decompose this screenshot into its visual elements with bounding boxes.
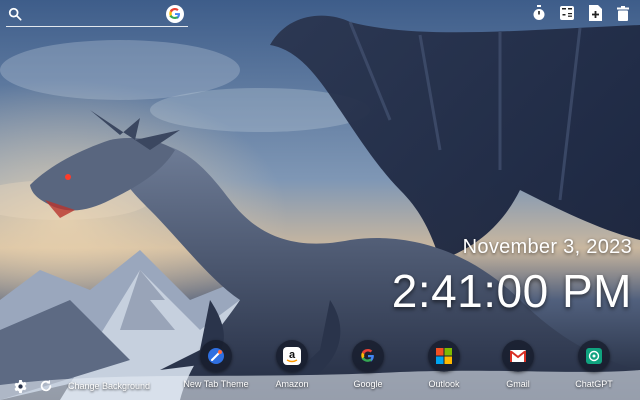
google-icon [352,340,384,372]
search-bar [6,4,188,27]
shortcut-gmail[interactable]: Gmail [478,340,558,389]
shortcut-label: Amazon [275,379,309,389]
time-display: 2:41:00 PM [391,265,632,317]
shortcut-label: Gmail [506,379,530,389]
search-icon[interactable] [8,7,22,21]
bottom-controls: Change Background [12,378,150,394]
shortcut-label: Outlook [428,379,460,389]
chatgpt-icon [578,340,610,372]
svg-text:a: a [289,349,296,361]
search-input[interactable] [28,6,170,26]
shortcut-new-tab-theme[interactable]: New Tab Theme [176,340,256,389]
amazon-icon: a [276,340,308,372]
add-note-icon[interactable] [586,4,604,22]
date-display: November 3, 2023 [462,236,632,258]
new-tab-theme-icon [200,340,232,372]
shortcut-label: New Tab Theme [183,379,249,389]
trash-icon[interactable] [614,4,632,22]
gmail-icon [502,340,534,372]
shortcut-outlook[interactable]: Outlook [404,340,484,389]
shortcut-label: ChatGPT [575,379,613,389]
stopwatch-icon[interactable] [530,4,548,22]
shortcut-label: Google [353,379,383,389]
top-toolbar [530,4,632,22]
shortcut-amazon[interactable]: a Amazon [252,340,332,389]
shortcut-google[interactable]: Google [328,340,408,389]
gear-icon[interactable] [12,378,28,394]
refresh-icon[interactable] [38,378,54,394]
calculator-icon[interactable] [558,4,576,22]
change-background-button[interactable]: Change Background [68,381,150,391]
outlook-icon [428,340,460,372]
shortcut-chatgpt[interactable]: ChatGPT [554,340,634,389]
google-g-icon[interactable] [166,5,184,23]
